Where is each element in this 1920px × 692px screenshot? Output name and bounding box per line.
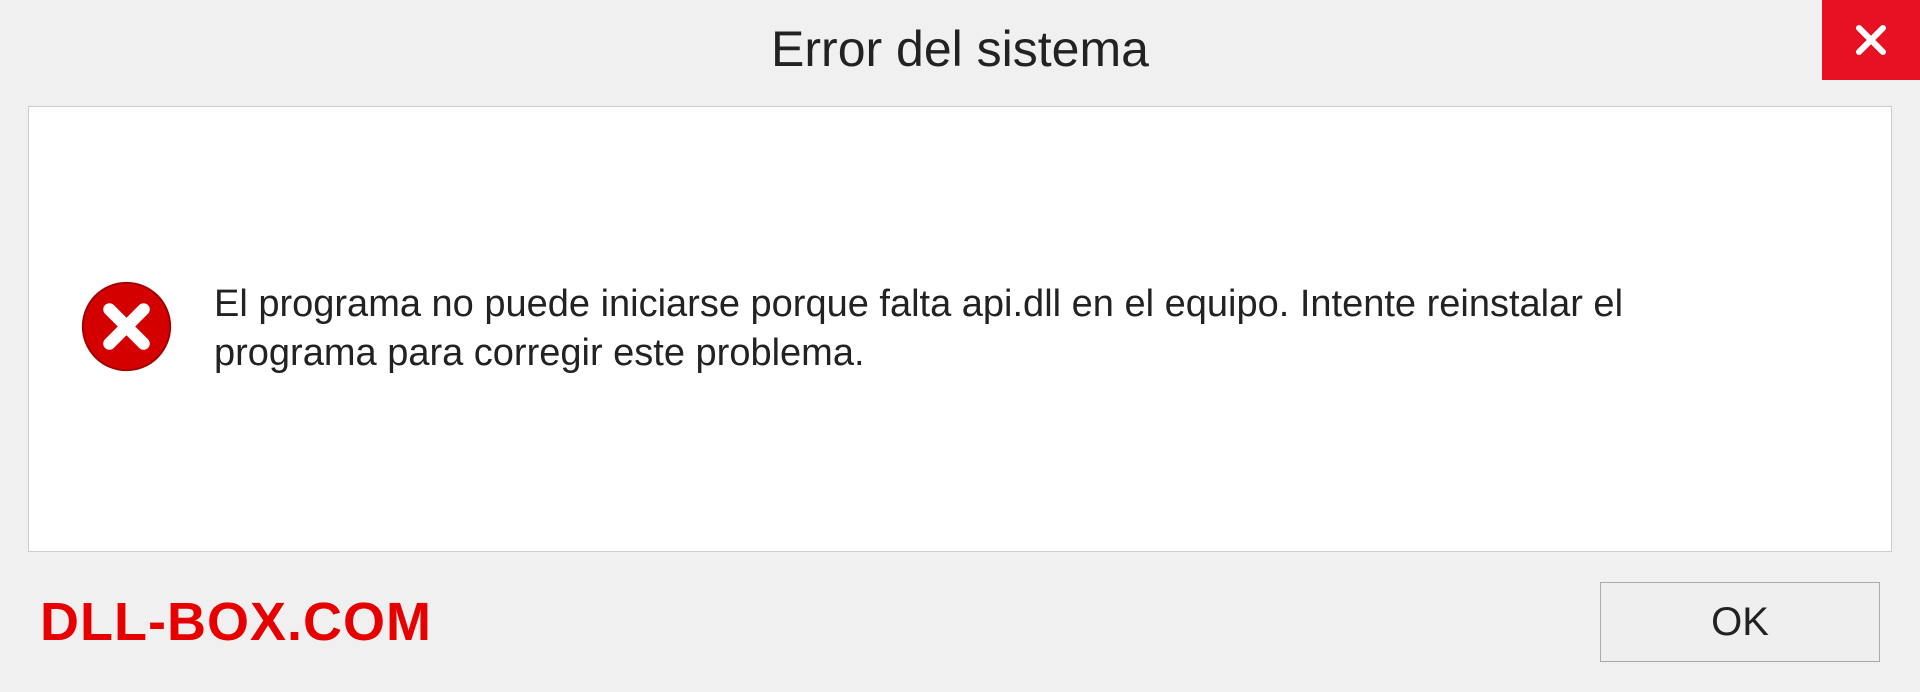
titlebar: Error del sistema	[0, 0, 1920, 98]
dialog-footer: DLL-BOX.COM OK	[0, 552, 1920, 692]
error-dialog: Error del sistema El programa no puede i…	[0, 0, 1920, 692]
close-icon	[1851, 20, 1891, 60]
close-button[interactable]	[1822, 0, 1920, 80]
error-message: El programa no puede iniciarse porque fa…	[214, 280, 1714, 379]
dialog-title: Error del sistema	[771, 20, 1149, 78]
watermark-text: DLL-BOX.COM	[40, 591, 432, 653]
error-icon	[79, 279, 174, 374]
content-area: El programa no puede iniciarse porque fa…	[28, 106, 1892, 552]
ok-button[interactable]: OK	[1600, 582, 1880, 662]
error-icon-container	[79, 279, 174, 379]
